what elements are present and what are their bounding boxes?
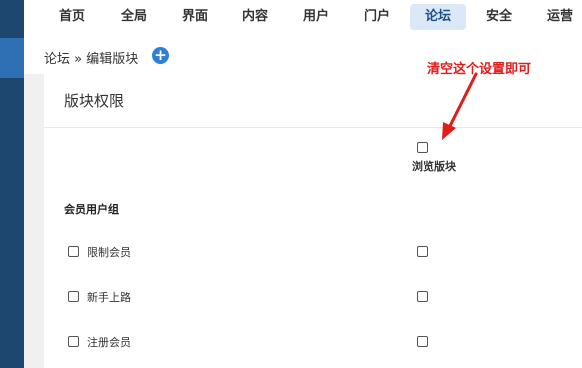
nav-tab-global[interactable]: 全局 <box>106 4 162 30</box>
group-header-member: 会员用户组 <box>64 203 119 216</box>
browse-forum-checkbox[interactable] <box>417 246 428 257</box>
breadcrumb[interactable]: 论坛 » 编辑版块 <box>44 48 138 67</box>
nav-tab-users[interactable]: 用户 <box>288 4 344 30</box>
row-label: 新手上路 <box>87 291 131 304</box>
nav-tab-interface[interactable]: 界面 <box>167 4 223 30</box>
browse-forum-checkbox[interactable] <box>417 291 428 302</box>
nav-tab-portal[interactable]: 门户 <box>349 4 405 30</box>
row-select-checkbox[interactable] <box>68 291 79 302</box>
row-select-checkbox[interactable] <box>68 336 79 347</box>
row-label: 限制会员 <box>87 246 131 259</box>
nav-tab-security[interactable]: 安全 <box>471 4 527 30</box>
column-header-browse-forum: 浏览版块 <box>412 160 456 173</box>
row-label: 注册会员 <box>87 336 131 349</box>
nav-tab-forum[interactable]: 论坛 <box>410 4 466 30</box>
sidebar <box>0 0 24 368</box>
plus-circle-icon[interactable]: + <box>152 47 169 64</box>
top-navigation: 首页 全局 界面 内容 用户 门户 论坛 安全 运营 <box>24 0 582 39</box>
sidebar-active-accent <box>0 38 24 78</box>
panel-divider <box>44 127 582 128</box>
row-select-checkbox[interactable] <box>68 246 79 257</box>
browse-forum-checkbox[interactable] <box>417 336 428 347</box>
nav-tab-content[interactable]: 内容 <box>227 4 283 30</box>
browse-forum-all-checkbox[interactable] <box>417 142 428 153</box>
nav-tab-operations[interactable]: 运营 <box>532 4 582 30</box>
panel-title: 版块权限 <box>64 92 125 110</box>
nav-tab-home[interactable]: 首页 <box>44 4 100 30</box>
forum-permissions-panel: 版块权限 浏览版块 会员用户组 限制会员 新手上路 注册会员 <box>44 74 582 368</box>
annotation-arrow-icon <box>442 72 478 140</box>
